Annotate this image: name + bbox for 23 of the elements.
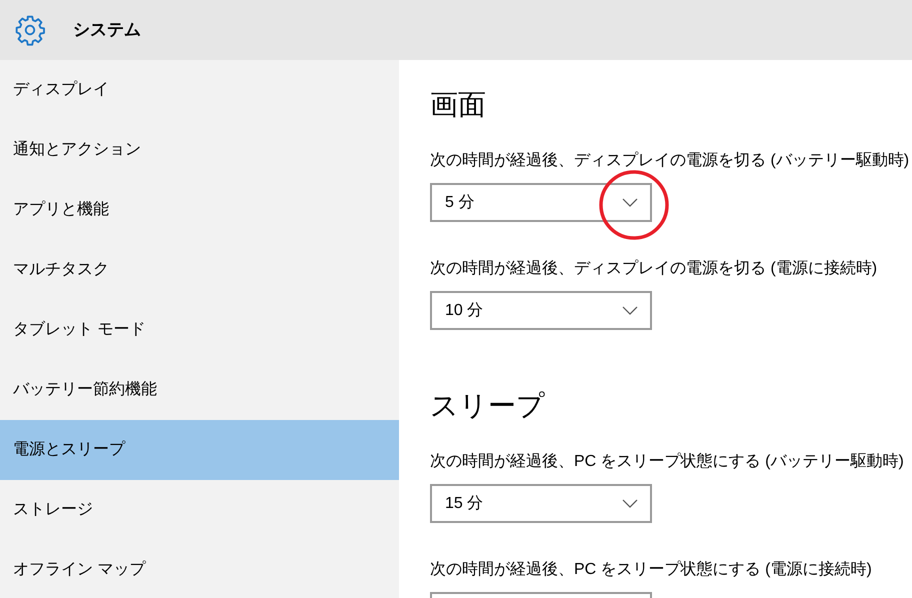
sidebar-item[interactable]: バッテリー節約機能: [0, 360, 399, 420]
dropdown[interactable]: 10 分: [430, 291, 652, 330]
sidebar-item[interactable]: タブレット モード: [0, 300, 399, 360]
settings-icon: [14, 14, 46, 46]
chevron-down-icon: [622, 306, 638, 315]
sidebar-item[interactable]: 通知とアクション: [0, 120, 399, 180]
sidebar-item[interactable]: 電源とスリープ: [0, 420, 399, 480]
chevron-down-icon: [622, 198, 638, 207]
chevron-down-icon: [622, 499, 638, 508]
section-heading: スリープ: [430, 389, 546, 423]
dropdown[interactable]: 5 分: [430, 183, 652, 222]
sidebar-item[interactable]: マルチタスク: [0, 240, 399, 300]
sidebar-item[interactable]: オフライン マップ: [0, 540, 399, 598]
sidebar-item[interactable]: ディスプレイ: [0, 60, 399, 120]
setting-label: 次の時間が経過後、PC をスリープ状態にする (バッテリー駆動時): [430, 452, 905, 472]
sidebar-item[interactable]: アプリと機能: [0, 180, 399, 240]
window-title: システム: [73, 19, 141, 42]
sidebar-item[interactable]: ストレージ: [0, 480, 399, 540]
dropdown[interactable]: 15 分: [430, 484, 652, 523]
setting-label: 次の時間が経過後、ディスプレイの電源を切る (電源に接続時): [430, 259, 878, 279]
setting-label: 次の時間が経過後、PC をスリープ状態にする (電源に接続時): [430, 560, 873, 580]
section-heading: 画面: [430, 88, 487, 122]
setting-label: 次の時間が経過後、ディスプレイの電源を切る (バッテリー駆動時): [430, 151, 910, 171]
